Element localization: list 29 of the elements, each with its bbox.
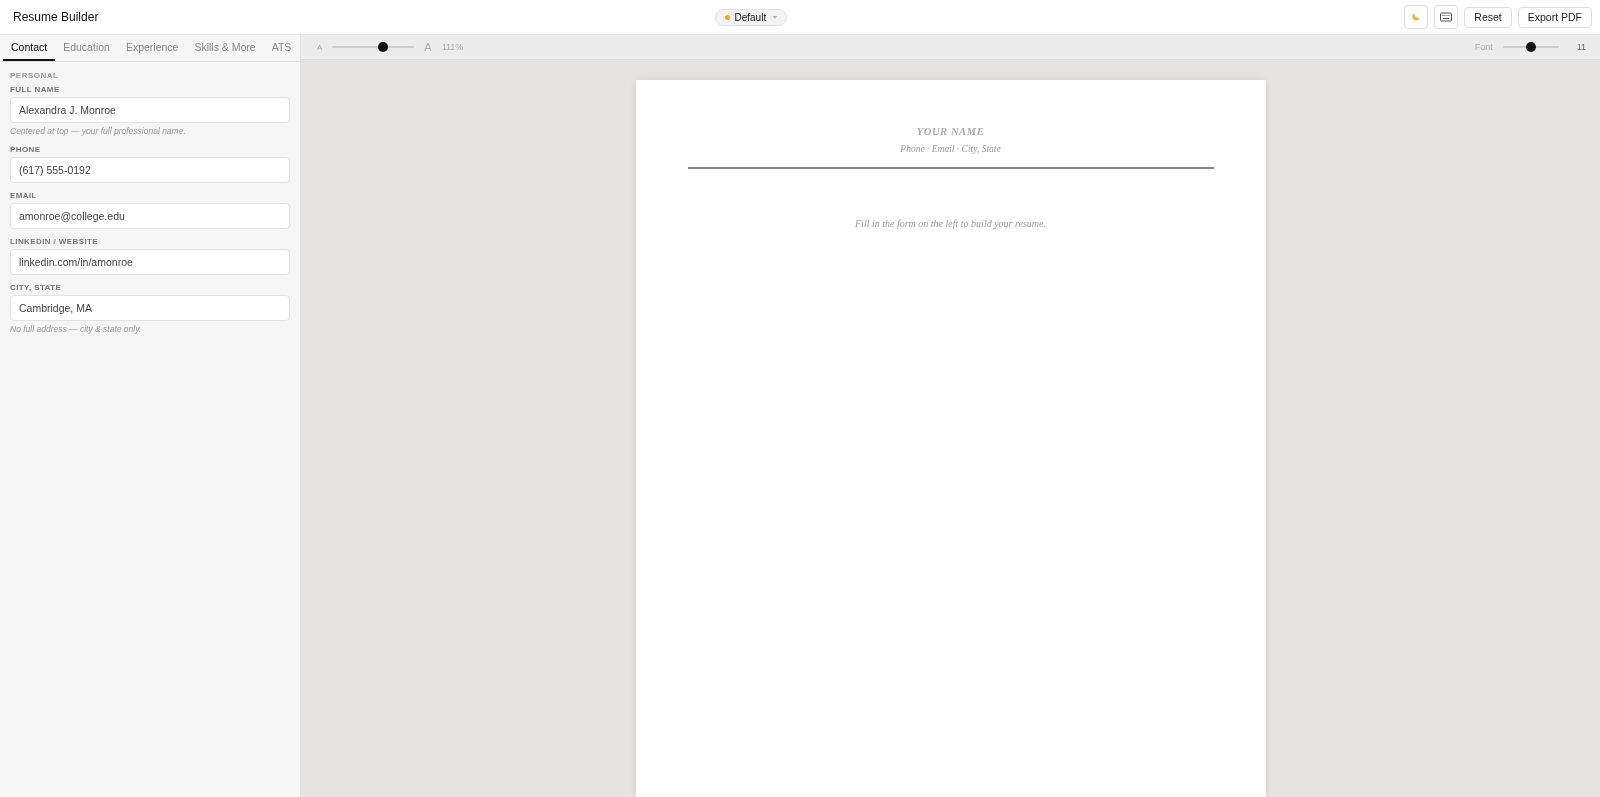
slider-thumb[interactable] (1525, 42, 1536, 52)
section-heading: PERSONAL (10, 71, 60, 80)
action-button[interactable]: Export PDF (1517, 6, 1592, 28)
input-field[interactable]: Alexandra J. Monroe (10, 97, 290, 123)
input-field[interactable]: (617) 555-0192 (10, 157, 290, 183)
keyboard-icon[interactable] (1434, 5, 1459, 29)
tab[interactable]: Contact (3, 35, 56, 61)
field-label: PHONE (10, 145, 42, 154)
field-label: CITY, STATE (10, 283, 63, 292)
zoom-small-label: A (317, 42, 323, 52)
resume-name: YOUR NAME (916, 126, 985, 137)
input-field[interactable]: linkedin.com/in/amonroe (10, 249, 290, 275)
field-hint: Centered at top — your full professional name. (10, 126, 187, 136)
zoom-reading: 111% (441, 42, 464, 52)
action-button[interactable]: Reset (1464, 6, 1512, 28)
font-label: Font (1474, 42, 1493, 52)
resume-contact: Phone · Email · City, State (900, 144, 1001, 154)
empty-message: Fill in the form on the left to build your resume. (855, 218, 1046, 229)
app-title: Resume Builder (13, 10, 99, 24)
field-label: FULL NAME (10, 85, 61, 94)
template-selector[interactable]: Default (715, 8, 788, 26)
zoom-large-label: A (424, 41, 432, 53)
input-field[interactable]: Cambridge, MA (10, 295, 290, 321)
field-label: LINKEDIN / WEBSITE (10, 237, 100, 246)
font-reading: 11 (1576, 42, 1586, 52)
field-label: EMAIL (10, 191, 38, 200)
field-hint: No full address — city & state only. (10, 324, 143, 334)
slider-thumb[interactable] (378, 42, 389, 52)
input-field[interactable]: amonroe@college.edu (10, 203, 290, 229)
